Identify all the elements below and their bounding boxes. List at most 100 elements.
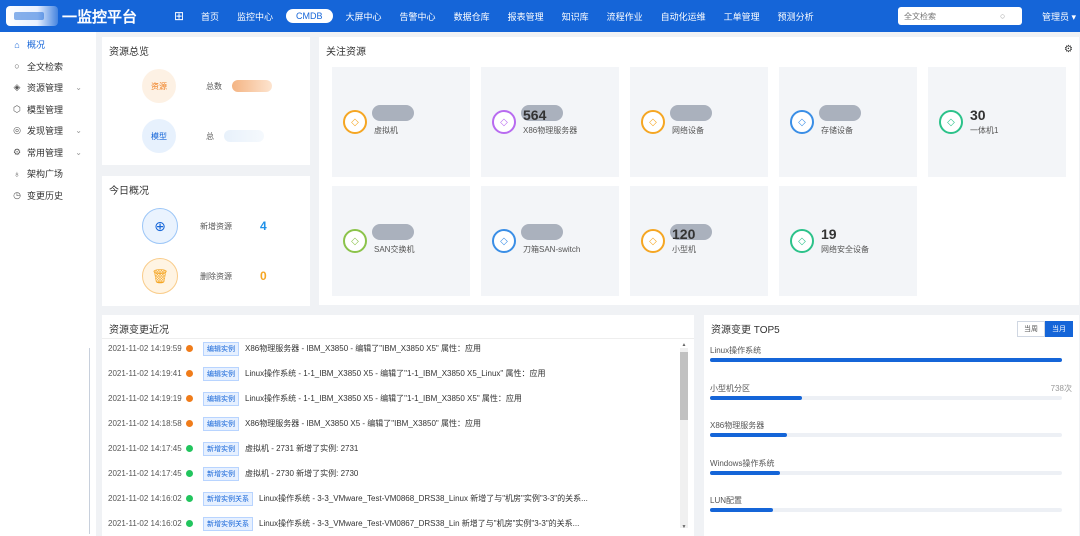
model-total-value-redacted xyxy=(224,130,264,142)
resource-card-name: X86物理服务器 xyxy=(523,126,578,135)
nav-item-2[interactable]: CMDB xyxy=(286,9,333,23)
chevron-down-icon[interactable]: ⌄ xyxy=(75,83,82,92)
top5-progress-bar xyxy=(710,395,1062,400)
apps-grid-icon[interactable]: ⊞ xyxy=(166,9,192,23)
sidebar-item-label: 架构广场 xyxy=(27,169,64,180)
logo-mark-icon xyxy=(6,6,58,26)
new-resource-label: 新增资源 xyxy=(200,221,232,231)
resource-overview-title: 资源总览 xyxy=(109,47,149,58)
resource-cube-icon: ◇ xyxy=(939,110,963,134)
deleted-resource-value: 0 xyxy=(260,269,267,283)
resource-cube-icon: ◇ xyxy=(790,110,814,134)
sidebar-item-6[interactable]: ♁ 架构广场 xyxy=(0,163,96,185)
sidebar-item-7[interactable]: ◷ 变更历史 xyxy=(0,185,96,207)
change-description[interactable]: X86物理服务器 - IBM_X3850 - 编辑了"IBM_X3850 X5"… xyxy=(245,343,481,354)
timeline-dot xyxy=(186,445,193,452)
changes-scrollbar[interactable]: ▲ ▼ xyxy=(680,342,688,530)
timeline-dot xyxy=(186,370,193,377)
focus-resources-title: 关注资源 xyxy=(326,47,366,58)
scroll-down-arrow-icon[interactable]: ▼ xyxy=(680,524,688,530)
sidebar-item-2[interactable]: ◈ 资源管理 ⌄ xyxy=(0,77,96,99)
user-menu[interactable]: 管理员 ▾ xyxy=(1042,10,1076,23)
sidebar-item-label: 常用管理 xyxy=(27,147,64,158)
resource-cube-icon: ◇ xyxy=(641,229,665,253)
nav-item-9[interactable]: 自动化运维 xyxy=(652,10,715,23)
app-logo[interactable]: 一监控平台 xyxy=(0,0,162,32)
nav-item-11[interactable]: 预测分析 xyxy=(769,10,823,23)
new-resource-value: 4 xyxy=(260,219,267,233)
sidebar-item-4[interactable]: ◎ 发现管理 ⌄ xyxy=(0,120,96,142)
nav-item-10[interactable]: 工单管理 xyxy=(715,10,769,23)
resource-card[interactable]: ◇ 120 小型机 xyxy=(630,186,768,296)
resource-card[interactable]: ◇ SAN交换机 xyxy=(332,186,470,296)
change-log-row: 2021-11-02 14:19:19 编辑实例 Linux操作系统 - 1-1_I… xyxy=(102,386,678,411)
tab-week[interactable]: 当周 xyxy=(1017,321,1045,337)
change-description[interactable]: X86物理服务器 - IBM_X3850 X5 - 编辑了"IBM_X3850"… xyxy=(245,418,481,429)
change-description[interactable]: 虚拟机 - 2730 新增了实例: 2730 xyxy=(245,468,358,479)
deleted-resource-label: 删除资源 xyxy=(200,271,232,281)
resource-card[interactable]: ◇ 30 一体机1 xyxy=(928,67,1066,177)
top5-progress-fill xyxy=(710,508,774,512)
trash-icon: 🗑 xyxy=(142,258,178,294)
search-icon[interactable]: ○ xyxy=(1000,11,1005,21)
redacted-value xyxy=(372,224,414,240)
timeline-line xyxy=(89,348,90,534)
resource-card[interactable]: ◇ 刀箱SAN-switch xyxy=(481,186,619,296)
settings-gear-icon[interactable]: ⚙ xyxy=(1064,44,1073,55)
model-total-label: 总 xyxy=(206,131,214,141)
change-description[interactable]: 虚拟机 - 2731 新增了实例: 2731 xyxy=(245,443,358,454)
home-icon: ⌂ xyxy=(14,39,20,50)
nav-item-0[interactable]: 首页 xyxy=(192,10,228,23)
global-search-input[interactable] xyxy=(904,11,1000,21)
change-description[interactable]: Linux操作系统 - 1-1_IBM_X3850 X5 - 编辑了"1-1_I… xyxy=(245,393,522,404)
global-search[interactable]: ○ xyxy=(898,7,1022,25)
top5-item-name: Windows操作系统 xyxy=(710,458,775,468)
top5-progress-bar xyxy=(710,470,1062,475)
nav-item-5[interactable]: 数据仓库 xyxy=(445,10,499,23)
timeline-dot xyxy=(186,495,193,502)
top5-progress-bar xyxy=(710,358,1062,362)
top5-item: Linux操作系统 xyxy=(710,345,1074,362)
top5-item-name: 小型机分区 xyxy=(710,383,750,393)
resource-card[interactable]: ◇ 19 网络安全设备 xyxy=(779,186,917,296)
change-description[interactable]: Linux操作系统 - 3-3_VMware_Test-VM0867_DRS38… xyxy=(259,518,579,529)
nav-item-4[interactable]: 告警中心 xyxy=(391,10,445,23)
model-total-circle: 模型 xyxy=(142,119,176,153)
tab-month[interactable]: 当月 xyxy=(1045,321,1073,337)
layers-icon: ◈ xyxy=(13,82,21,93)
resource-card[interactable]: ◇ 564 X86物理服务器 xyxy=(481,67,619,177)
nav-item-3[interactable]: 大屏中心 xyxy=(337,10,391,23)
timeline-dot xyxy=(186,345,193,352)
chevron-down-icon[interactable]: ⌄ xyxy=(75,148,82,157)
sidebar-item-0[interactable]: ⌂ 概况 xyxy=(0,34,96,56)
sidebar-item-1[interactable]: ○ 全文检索 xyxy=(0,56,96,78)
scroll-up-arrow-icon[interactable]: ▲ xyxy=(680,342,688,348)
sidebar-item-5[interactable]: ⚙ 常用管理 ⌄ xyxy=(0,142,96,164)
change-log-row: 2021-11-02 14:19:41 编辑实例 Linux操作系统 - 1-1_I… xyxy=(102,361,678,386)
nav-item-8[interactable]: 流程作业 xyxy=(598,10,652,23)
nav-item-6[interactable]: 报表管理 xyxy=(499,10,553,23)
nav-item-1[interactable]: 监控中心 xyxy=(228,10,282,23)
chevron-down-icon[interactable]: ⌄ xyxy=(75,126,82,135)
timeline-dot xyxy=(186,470,193,477)
change-time: 2021-11-02 14:17:45 xyxy=(108,469,182,478)
resource-card[interactable]: ◇ 存储设备 xyxy=(779,67,917,177)
change-description[interactable]: Linux操作系统 - 1-1_IBM_X3850 X5 - 编辑了"1-1_I… xyxy=(245,368,545,379)
change-description[interactable]: Linux操作系统 - 3-3_VMware_Test-VM0868_DRS38… xyxy=(259,493,588,504)
change-log-row: 2021-11-02 14:17:45 新增实例 虚拟机 - 2731 新增了实例:… xyxy=(102,436,678,461)
resource-card[interactable]: ◇ 网络设备 xyxy=(630,67,768,177)
redacted-value xyxy=(670,105,712,121)
resource-card[interactable]: ◇ 虚拟机 xyxy=(332,67,470,177)
app-title: 一监控平台 xyxy=(62,8,138,26)
top5-progress-fill xyxy=(710,395,802,400)
top5-item-count: 738次 xyxy=(1050,383,1072,393)
timeline-dot xyxy=(186,520,193,527)
sidebar-item-3[interactable]: ⬡ 模型管理 xyxy=(0,99,96,121)
change-type-tag: 新增实例关系 xyxy=(203,491,253,506)
sidebar-item-label: 概况 xyxy=(27,40,46,51)
scrollbar-thumb[interactable] xyxy=(680,352,688,420)
top5-item-name: Linux操作系统 xyxy=(710,346,762,355)
top5-progress-bar xyxy=(710,508,1062,512)
gear-icon: ⚙ xyxy=(12,146,22,157)
nav-item-7[interactable]: 知识库 xyxy=(553,10,598,23)
